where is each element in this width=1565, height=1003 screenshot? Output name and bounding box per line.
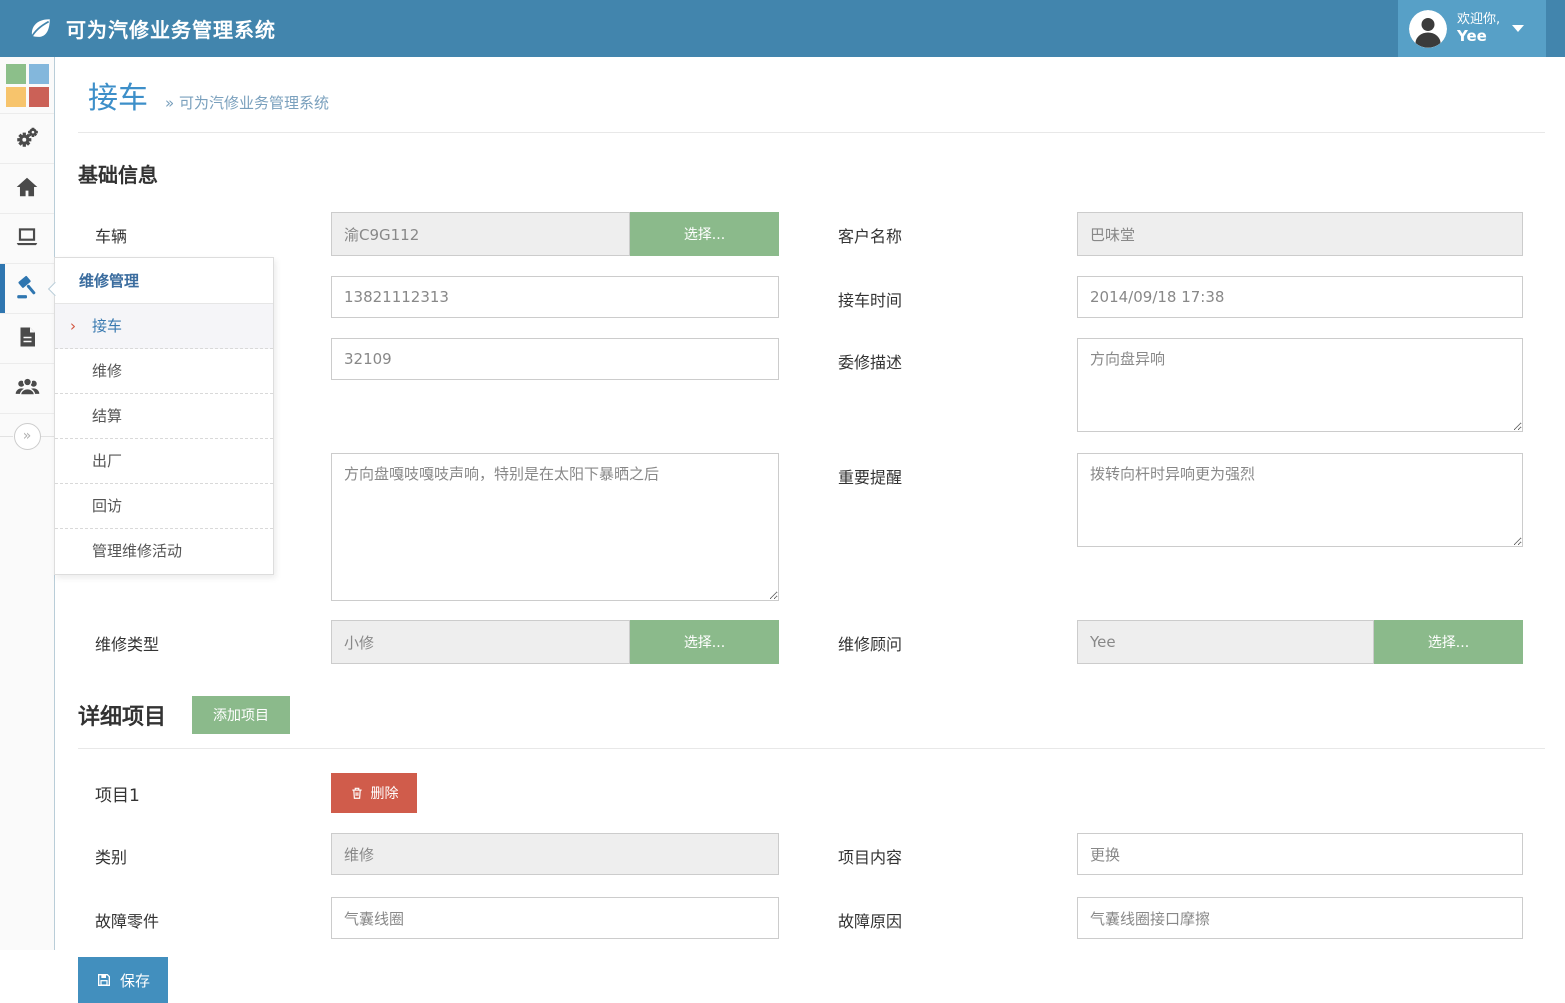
repair-management-flyout: 维修管理 › 接车 维修 结算 出厂 回访 管理维修活动 <box>54 257 274 575</box>
flyout-item-label: 回访 <box>92 497 122 515</box>
content-label: 项目内容 <box>779 833 1077 868</box>
sidebar-item-repair-management[interactable] <box>0 264 54 314</box>
category-field[interactable] <box>331 833 779 875</box>
flyout-item-label: 接车 <box>92 317 122 335</box>
advisor-label: 维修顾问 <box>779 620 1077 655</box>
fault-reason-field[interactable] <box>1077 897 1523 939</box>
sidebar-item-documents[interactable] <box>0 314 54 364</box>
repair-desc-label: 委修描述 <box>779 338 1077 373</box>
form-row: 方向盘嘎吱嘎吱声响，特别是在太阳下暴晒之后 重要提醒 拨转向杆时异响更为强烈 <box>78 453 1545 601</box>
sidebar-item-logo[interactable] <box>0 57 54 114</box>
form-row: 维修类型 选择... 维修顾问 选择... <box>78 620 1545 664</box>
home-icon <box>14 174 40 204</box>
form-row: 车辆 选择... 客户名称 <box>78 212 1545 256</box>
flyout-item-label: 管理维修活动 <box>92 542 182 560</box>
fault-part-label: 故障零件 <box>78 897 331 932</box>
content-field[interactable] <box>1077 833 1523 875</box>
reminder-label: 重要提醒 <box>779 453 1077 488</box>
flyout-item-manage-activities[interactable]: 管理维修活动 <box>55 529 273 574</box>
sidebar-collapse-toggle[interactable]: » <box>0 414 54 458</box>
chevron-down-icon <box>1512 25 1524 32</box>
chevron-right-icon: › <box>70 304 76 349</box>
flyout-item-followup[interactable]: 回访 <box>55 484 273 529</box>
sidebar-item-users[interactable] <box>0 364 54 414</box>
flyout-title: 维修管理 <box>55 258 273 304</box>
sidebar-item-workstation[interactable] <box>0 214 54 264</box>
section-title-detail-items: 详细项目 <box>78 699 166 731</box>
section-title-basic-info: 基础信息 <box>78 159 1545 188</box>
users-icon <box>14 373 41 404</box>
fault-detail-field[interactable]: 方向盘嘎吱嘎吱声响，特别是在太阳下暴晒之后 <box>331 453 779 601</box>
repair-type-field[interactable] <box>331 620 630 664</box>
form-row: 委修描述 方向盘异响 <box>78 338 1545 432</box>
page-title: 接车 <box>88 73 148 117</box>
leaf-logo-icon <box>27 16 53 42</box>
username: Yee <box>1457 27 1500 45</box>
sidebar: » <box>0 57 55 950</box>
repair-desc-field[interactable]: 方向盘异响 <box>1077 338 1523 432</box>
gavel-icon <box>14 274 40 304</box>
save-button-label: 保存 <box>120 970 150 991</box>
gears-icon <box>14 124 40 154</box>
receive-time-field[interactable] <box>1077 276 1523 318</box>
app-logo-icon <box>6 64 49 107</box>
customer-label: 客户名称 <box>779 212 1077 247</box>
fault-part-field[interactable] <box>331 897 779 939</box>
laptop-icon <box>14 224 40 254</box>
breadcrumb: 接车 » 可为汽修业务管理系统 <box>78 57 1545 133</box>
flyout-item-settlement[interactable]: 结算 <box>55 394 273 439</box>
fault-reason-label: 故障原因 <box>779 897 1077 932</box>
app-title: 可为汽修业务管理系统 <box>66 14 276 43</box>
delete-button-label: 删除 <box>371 783 399 803</box>
item-title: 项目1 <box>78 781 331 806</box>
save-floppy-icon <box>96 972 112 988</box>
phone-field[interactable] <box>331 276 779 318</box>
vehicle-field[interactable] <box>331 212 630 256</box>
top-bar: 可为汽修业务管理系统 欢迎你, Yee <box>0 0 1565 57</box>
flyout-item-departure[interactable]: 出厂 <box>55 439 273 484</box>
mileage-field[interactable] <box>331 338 779 380</box>
save-button[interactable]: 保存 <box>78 957 168 1003</box>
welcome-text: 欢迎你, <box>1457 12 1500 28</box>
category-label: 类别 <box>78 833 331 868</box>
repair-type-label: 维修类型 <box>78 620 331 655</box>
vehicle-label: 车辆 <box>78 212 331 247</box>
user-menu[interactable]: 欢迎你, Yee <box>1398 0 1546 57</box>
flyout-item-receive[interactable]: › 接车 <box>55 304 273 349</box>
form-row: 接车时间 <box>78 276 1545 318</box>
customer-field[interactable] <box>1077 212 1523 256</box>
breadcrumb-path: » 可为汽修业务管理系统 <box>165 92 329 113</box>
flyout-item-label: 出厂 <box>92 452 122 470</box>
flyout-item-label: 结算 <box>92 407 122 425</box>
vehicle-select-button[interactable]: 选择... <box>630 212 779 256</box>
user-greeting: 欢迎你, Yee <box>1457 12 1500 46</box>
sidebar-item-home[interactable] <box>0 164 54 214</box>
chevron-double-right-icon: » <box>14 423 41 450</box>
repair-type-select-button[interactable]: 选择... <box>630 620 779 664</box>
advisor-select-button[interactable]: 选择... <box>1374 620 1523 664</box>
main-content: 接车 » 可为汽修业务管理系统 基础信息 车辆 选择... 客户名称 接车时间 … <box>55 57 1565 950</box>
section-detail-items: 详细项目 添加项目 <box>78 696 1545 749</box>
delete-item-button[interactable]: 删除 <box>331 773 417 813</box>
sidebar-item-settings[interactable] <box>0 114 54 164</box>
flyout-item-label: 维修 <box>92 362 122 380</box>
advisor-field[interactable] <box>1077 620 1374 664</box>
add-item-button[interactable]: 添加项目 <box>192 696 290 734</box>
reminder-field[interactable]: 拨转向杆时异响更为强烈 <box>1077 453 1523 547</box>
document-icon <box>15 325 39 353</box>
form-row: 故障零件 故障原因 <box>78 897 1545 939</box>
form-row: 类别 项目内容 <box>78 833 1545 875</box>
user-avatar-icon <box>1409 10 1447 48</box>
flyout-item-repair[interactable]: 维修 <box>55 349 273 394</box>
item-header: 项目1 删除 <box>78 773 1545 813</box>
receive-time-label: 接车时间 <box>779 276 1077 311</box>
trash-icon <box>350 786 364 800</box>
